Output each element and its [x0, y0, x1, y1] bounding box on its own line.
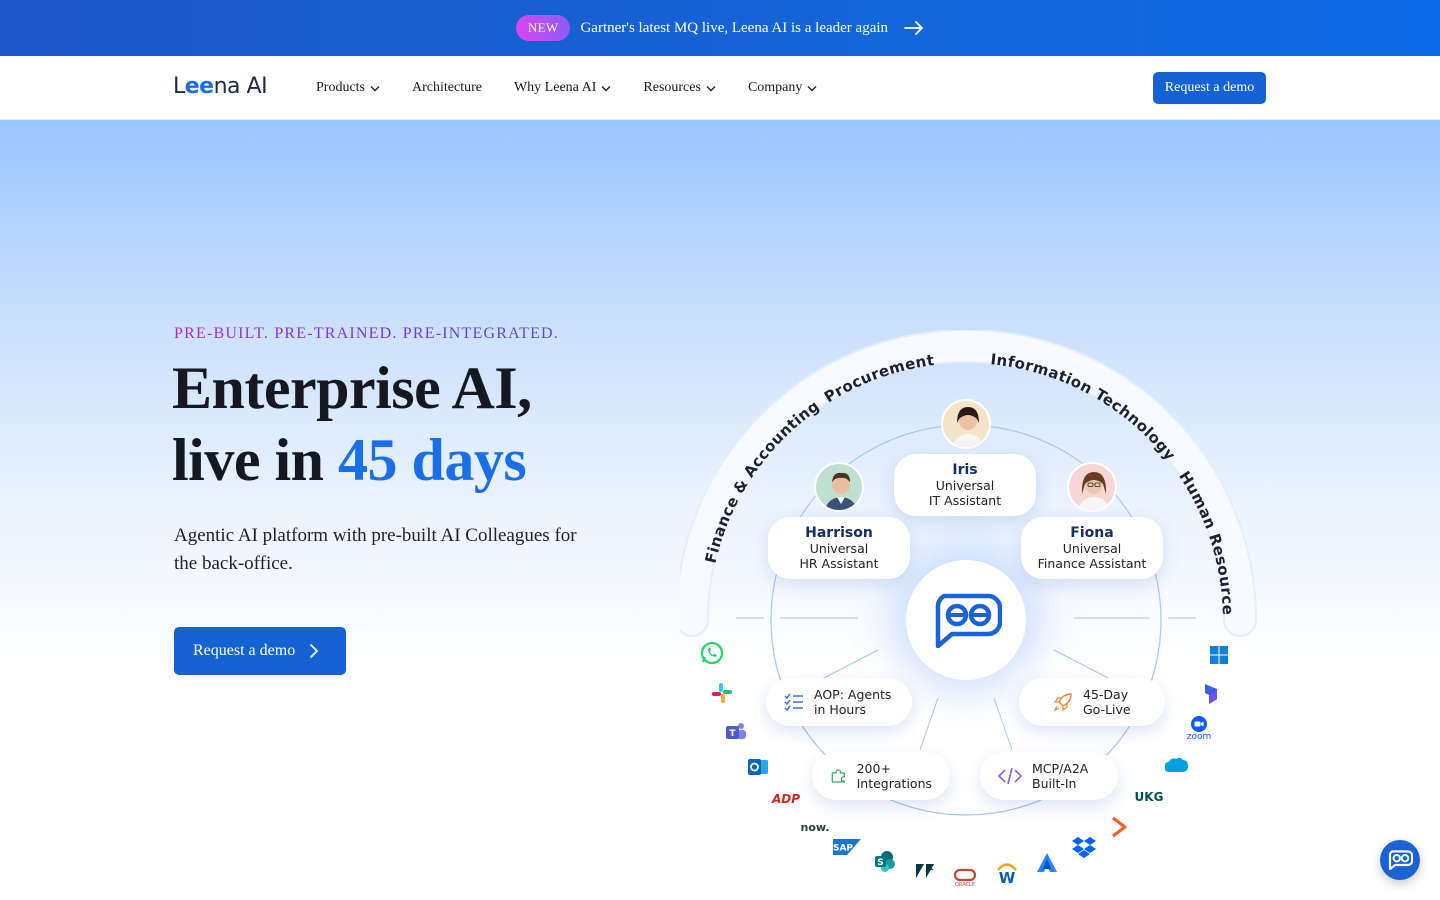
leena-ai-logo[interactable]: Leena AI — [173, 74, 268, 99]
hero-headline: Enterprise AI, live in 45 days — [172, 352, 532, 496]
assistant-name: Iris — [952, 462, 978, 478]
servicenow-logo: now. — [800, 820, 830, 834]
nav-item-architecture[interactable]: Architecture — [412, 80, 482, 96]
dropbox-icon — [1071, 834, 1097, 860]
assistant-role-line2: Finance Assistant — [1037, 556, 1147, 571]
feature-line1: 45-Day — [1083, 687, 1129, 702]
avatar-fiona — [1067, 462, 1117, 512]
nav-item-label: Architecture — [412, 80, 482, 95]
svg-text:S: S — [877, 858, 883, 868]
whatsapp-icon — [699, 640, 725, 666]
ukg-logo: UKG — [1134, 790, 1164, 804]
avatar-iris — [941, 399, 991, 449]
checklist-icon — [784, 693, 803, 711]
feature-integrations[interactable]: 200+ Integrations — [812, 752, 950, 800]
chat-widget-button[interactable] — [1380, 840, 1420, 880]
feature-line1: MCP/A2A — [1032, 761, 1089, 776]
chevron-down-icon — [706, 85, 716, 91]
logo-suffix: na AI — [213, 74, 268, 99]
outlook-icon — [745, 754, 771, 780]
sap-logo: SAP — [832, 834, 862, 860]
leena-center-logo — [906, 560, 1026, 680]
feature-line2: Go-Live — [1083, 702, 1131, 717]
new-badge: NEW — [515, 15, 571, 41]
nav-item-label: Why Leena AI — [513, 80, 597, 95]
announcement-bar[interactable]: NEW Gartner's latest MQ live, Leena AI i… — [0, 0, 1440, 56]
nav-item-label: Products — [316, 80, 365, 95]
request-demo-button-nav[interactable]: Request a demo — [1153, 72, 1266, 104]
salesforce-icon — [1163, 752, 1189, 778]
avatar-harrison — [814, 462, 864, 512]
zendesk-icon — [912, 858, 938, 884]
hero-eyebrow: PRE-BUILT. PRE-TRAINED. PRE-INTEGRATED. — [174, 325, 560, 342]
svg-text:T: T — [729, 729, 736, 739]
arrow-right-icon[interactable] — [904, 21, 924, 35]
headline-highlight: 45 days — [338, 427, 527, 493]
feature-line1: AOP: Agents — [814, 687, 892, 702]
code-icon — [998, 767, 1022, 785]
ai-colleagues-diagram: Finance & Accounting Procurement Informa… — [680, 330, 1260, 890]
nav-menu: Products Architecture Why Leena AI Resou… — [316, 56, 849, 120]
assistant-name: Harrison — [805, 525, 873, 541]
bamboohr-icon — [1106, 814, 1132, 840]
adp-logo: ADP — [771, 792, 801, 806]
nav-item-resources[interactable]: Resources — [643, 80, 716, 96]
chat-icon — [1388, 850, 1413, 870]
feature-line2: Integrations — [856, 776, 932, 791]
chevron-down-icon — [370, 85, 380, 91]
feature-aop[interactable]: AOP: Agents in Hours — [766, 678, 912, 726]
assistant-role-line1: Universal — [1062, 541, 1122, 556]
hero-subline: Agentic AI platform with pre-built AI Co… — [174, 525, 577, 574]
card-harrison[interactable]: Harrison Universal HR Assistant — [768, 517, 910, 579]
feature-45-day[interactable]: 45-Day Go-Live — [1019, 678, 1165, 726]
announcement-text[interactable]: Gartner's latest MQ live, Leena AI is a … — [580, 20, 888, 37]
headline-line-1: Enterprise AI, — [172, 355, 532, 421]
main-navbar: Leena AI Products Architecture Why Leena… — [0, 56, 1440, 120]
logo-mid: ee — [184, 74, 214, 99]
puzzle-icon — [831, 769, 845, 783]
hero-section: PRE-BUILT. PRE-TRAINED. PRE-INTEGRATED. … — [0, 120, 1440, 900]
dynamics-icon — [1199, 681, 1225, 707]
logo-prefix: L — [173, 74, 185, 99]
card-iris[interactable]: Iris Universal IT Assistant — [894, 454, 1036, 516]
feature-line2: in Hours — [814, 702, 866, 717]
workday-logo: W — [994, 858, 1020, 888]
request-demo-button-hero[interactable]: Request a demo — [174, 627, 346, 675]
nav-item-company[interactable]: Company — [748, 80, 817, 96]
sharepoint-icon: S — [872, 848, 898, 874]
feature-line2: Built-In — [1032, 776, 1077, 791]
assistant-role-line1: Universal — [809, 541, 869, 556]
atlassian-icon — [1034, 850, 1060, 876]
nav-item-label: Resources — [643, 80, 701, 95]
assistant-role-line2: HR Assistant — [799, 556, 879, 571]
assistant-role-line1: Universal — [935, 478, 995, 493]
chevron-right-icon — [310, 644, 319, 658]
svg-text:SAP: SAP — [833, 844, 853, 854]
nav-item-why-leena-ai[interactable]: Why Leena AI — [514, 80, 611, 96]
assistant-role-line2: IT Assistant — [928, 493, 1002, 508]
zoom-logo: zoom — [1184, 715, 1214, 743]
feature-mcp[interactable]: MCP/A2A Built-In — [980, 752, 1118, 800]
feature-line1: 200+ — [856, 761, 891, 776]
windows-icon — [1206, 642, 1232, 668]
teams-icon: T — [723, 719, 749, 745]
headline-prefix: live in — [172, 427, 339, 493]
card-fiona[interactable]: Fiona Universal Finance Assistant — [1021, 517, 1163, 579]
leena-chat-icon — [935, 593, 1002, 648]
nav-item-products[interactable]: Products — [316, 80, 380, 96]
chevron-down-icon — [807, 85, 817, 91]
oracle-logo: ORACLE — [950, 862, 980, 894]
nav-item-label: Company — [747, 80, 803, 95]
slack-icon — [709, 680, 735, 706]
chevron-down-icon — [601, 85, 611, 91]
rocket-icon — [1053, 693, 1072, 712]
headline-line-2: live in 45 days — [172, 424, 532, 496]
hero-cta-label: Request a demo — [193, 642, 296, 659]
assistant-name: Fiona — [1070, 525, 1114, 541]
